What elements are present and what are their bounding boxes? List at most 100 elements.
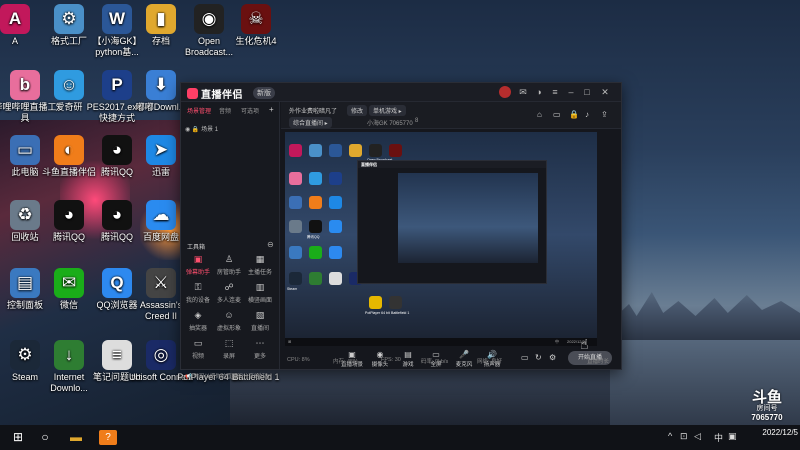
desktop-icon[interactable]: ☠ 生化危机4 — [223, 4, 289, 47]
wallpaper-skyline — [610, 292, 800, 340]
announcement-ticker[interactable]: 📢 你可以把你的直播间分享给好友 — [185, 372, 275, 380]
lock-icon[interactable]: 🔒 — [192, 127, 199, 133]
eye-icon[interactable]: ◉ — [185, 127, 190, 133]
stream-preview[interactable]: Open Broadcast... 腾讯QQ Steam — [285, 132, 597, 346]
category-selector[interactable]: 单机游戏 ▸ — [369, 105, 406, 116]
tab-options[interactable]: 可选项 — [241, 106, 259, 115]
toolbox-item-label: 房管助手 — [216, 270, 241, 276]
toolbox-item[interactable]: ▣ 弹幕助手 — [183, 254, 213, 276]
maximize-button[interactable]: □ — [581, 86, 593, 98]
bell-icon[interactable]: ♪ — [585, 110, 589, 119]
gift-icon[interactable]: ⌂ — [537, 110, 542, 119]
cpu-usage: CPU: 8% — [287, 357, 310, 363]
shop-icon[interactable]: ▭ — [553, 110, 561, 119]
desktop-icon-image: ➤ — [146, 135, 176, 165]
preview-icon-label: PotPlayer 64 bit — [365, 311, 390, 315]
desktop-icon-label: 生化危机4 — [235, 36, 277, 46]
notification-icon[interactable]: ▣ — [728, 431, 737, 442]
preview-icon — [289, 196, 302, 209]
show-hidden-icons-icon[interactable]: ^ — [668, 431, 672, 441]
desktop-icon-image: ☺ — [54, 70, 84, 100]
menu-icon[interactable]: ≡ — [549, 86, 561, 98]
toolbox-item[interactable]: ⚿ 我的设备 — [183, 282, 213, 304]
room-id: 小海GK 7065770 — [367, 121, 413, 127]
edit-title-button[interactable]: 修改 — [347, 105, 368, 116]
subcategory-selector[interactable]: 综合直播间 ▸ — [289, 117, 332, 128]
toolbox-item-icon: ▭ — [193, 338, 203, 348]
app-logo: 直播伴侣 — [187, 86, 243, 101]
preview-app-name: 直播伴侣 — [361, 162, 377, 167]
minimize-button[interactable]: – — [565, 86, 577, 98]
volume-icon[interactable]: ◁ — [694, 431, 701, 442]
toolbox-item-label: 弹幕助手 — [185, 270, 210, 276]
toolbox-item-icon: ☺ — [224, 310, 234, 320]
toolbox-item-icon: ▥ — [255, 282, 265, 292]
toolbox-item-label: 虚拟形象 — [216, 326, 241, 332]
toolbox-item[interactable]: ◈ 抽奖器 — [183, 310, 213, 332]
toolbox-item[interactable]: ⬚ 录屏 — [214, 338, 244, 360]
taskbar-clock[interactable]: 2022/12/5 — [740, 428, 798, 438]
toolbox-item[interactable]: ☍ 多人连麦 — [214, 282, 244, 304]
desktop-icon-label: 百度网盘 — [142, 232, 179, 242]
desktop-icon-image: ◐ — [54, 135, 84, 165]
preview-app-window: 直播伴侣 — [357, 160, 547, 284]
desktop-icon-label: Steam — [11, 372, 38, 382]
toolbox-item[interactable]: ☺ 虚拟形象 — [214, 310, 244, 332]
toolbox-item[interactable]: ▧ 直播间 — [245, 310, 275, 332]
user-avatar[interactable] — [499, 86, 511, 98]
toolbox-item[interactable]: ▦ 主播任务 — [245, 254, 275, 276]
preview-icon — [289, 144, 302, 157]
add-scene-icon[interactable]: + — [269, 105, 274, 114]
toolbox-item-label: 直播间 — [250, 326, 269, 332]
desktop-icon-label: Assassin's Creed II — [139, 300, 183, 321]
room-title[interactable]: 外作业费啦暗凡了 — [289, 106, 337, 115]
network-icon[interactable]: ⊡ — [680, 431, 688, 442]
toolbox-item-label: 我的设备 — [185, 298, 210, 304]
lock-icon[interactable]: 🔒 — [569, 110, 579, 119]
preview-icon — [369, 144, 382, 157]
app-title-bar[interactable]: 直播伴侣 新版 ✉ ◑ ≡ – □ ✕ — [181, 83, 621, 102]
desktop-icon-label: 微信 — [59, 300, 78, 310]
preview-ime: 中 — [555, 339, 559, 344]
desktop-icon-image: ↓ — [54, 340, 84, 370]
collapse-icon[interactable]: ⊖ — [267, 240, 274, 249]
toolbox-item[interactable]: ▭ 视频 — [183, 338, 213, 360]
preview-icon — [309, 220, 322, 233]
status-bar: CPU: 8% 内存: 45% FPS: 30 码率: 0kb/s 网络: 良好… — [281, 354, 621, 368]
scene-list-item[interactable]: ◉ 🔒 场景 1 — [185, 124, 275, 134]
tab-scene-manager[interactable]: 场景管理 — [187, 106, 211, 115]
douyu-watermark: 斗鱼 房间号 7065770 — [742, 390, 792, 423]
fps-readout: FPS: 30 — [381, 357, 401, 363]
preview-icon — [309, 246, 322, 259]
preview-icon — [329, 272, 342, 285]
preview-icon — [309, 272, 322, 285]
network-status: 网络: 良好 — [477, 359, 503, 365]
share-icon[interactable]: ⇪ — [601, 110, 608, 119]
close-button[interactable]: ✕ — [599, 86, 611, 98]
file-explorer-icon[interactable]: ▬ — [68, 430, 84, 445]
skin-icon[interactable]: ◑ — [533, 86, 545, 98]
app-version-badge: 新版 — [253, 87, 275, 99]
windows-start-icon[interactable]: ⊞ — [10, 430, 26, 445]
toolbox-item-icon: ☍ — [224, 282, 234, 292]
watermark-room-label: 房间号 — [756, 405, 778, 412]
message-icon[interactable]: ✉ — [517, 86, 529, 98]
search-icon[interactable]: ○ — [38, 430, 52, 445]
tab-audio[interactable]: 音频 — [219, 106, 231, 115]
toolbox-heading: 工具箱 — [187, 245, 206, 251]
desktop-icon-image: ☁ — [146, 200, 176, 230]
windows-taskbar: ⊞ ○ ▬ ? ^ ⊡ ◁ 中 ▣ 2022/12/5 — [0, 425, 800, 450]
preview-nested-preview — [398, 173, 538, 263]
ime-indicator[interactable]: 中 — [714, 431, 723, 444]
live-streaming-app-window[interactable]: 直播伴侣 新版 ✉ ◑ ≡ – □ ✕ 场景管理 音频 可选项 + ◉ 🔒 场景… — [180, 82, 622, 380]
toolbox-item[interactable]: ♙ 房管助手 — [214, 254, 244, 276]
toolbox-item[interactable]: ▥ 横竖画面 — [245, 282, 275, 304]
desktop-icon-image: ⬇ — [146, 70, 176, 100]
toolbox-item[interactable]: ⋯ 更多 — [245, 338, 275, 360]
preview-taskbar: ⊞ 中 2022/12/5 — [285, 338, 597, 346]
desktop-icon-label: 迅雷 — [151, 167, 170, 177]
live-app-taskbar-icon[interactable]: ? — [99, 430, 117, 445]
toolbox-item-label: 录屏 — [222, 354, 235, 360]
preview-icon-label: 腾讯QQ — [307, 235, 320, 239]
preview-icon — [289, 272, 302, 285]
